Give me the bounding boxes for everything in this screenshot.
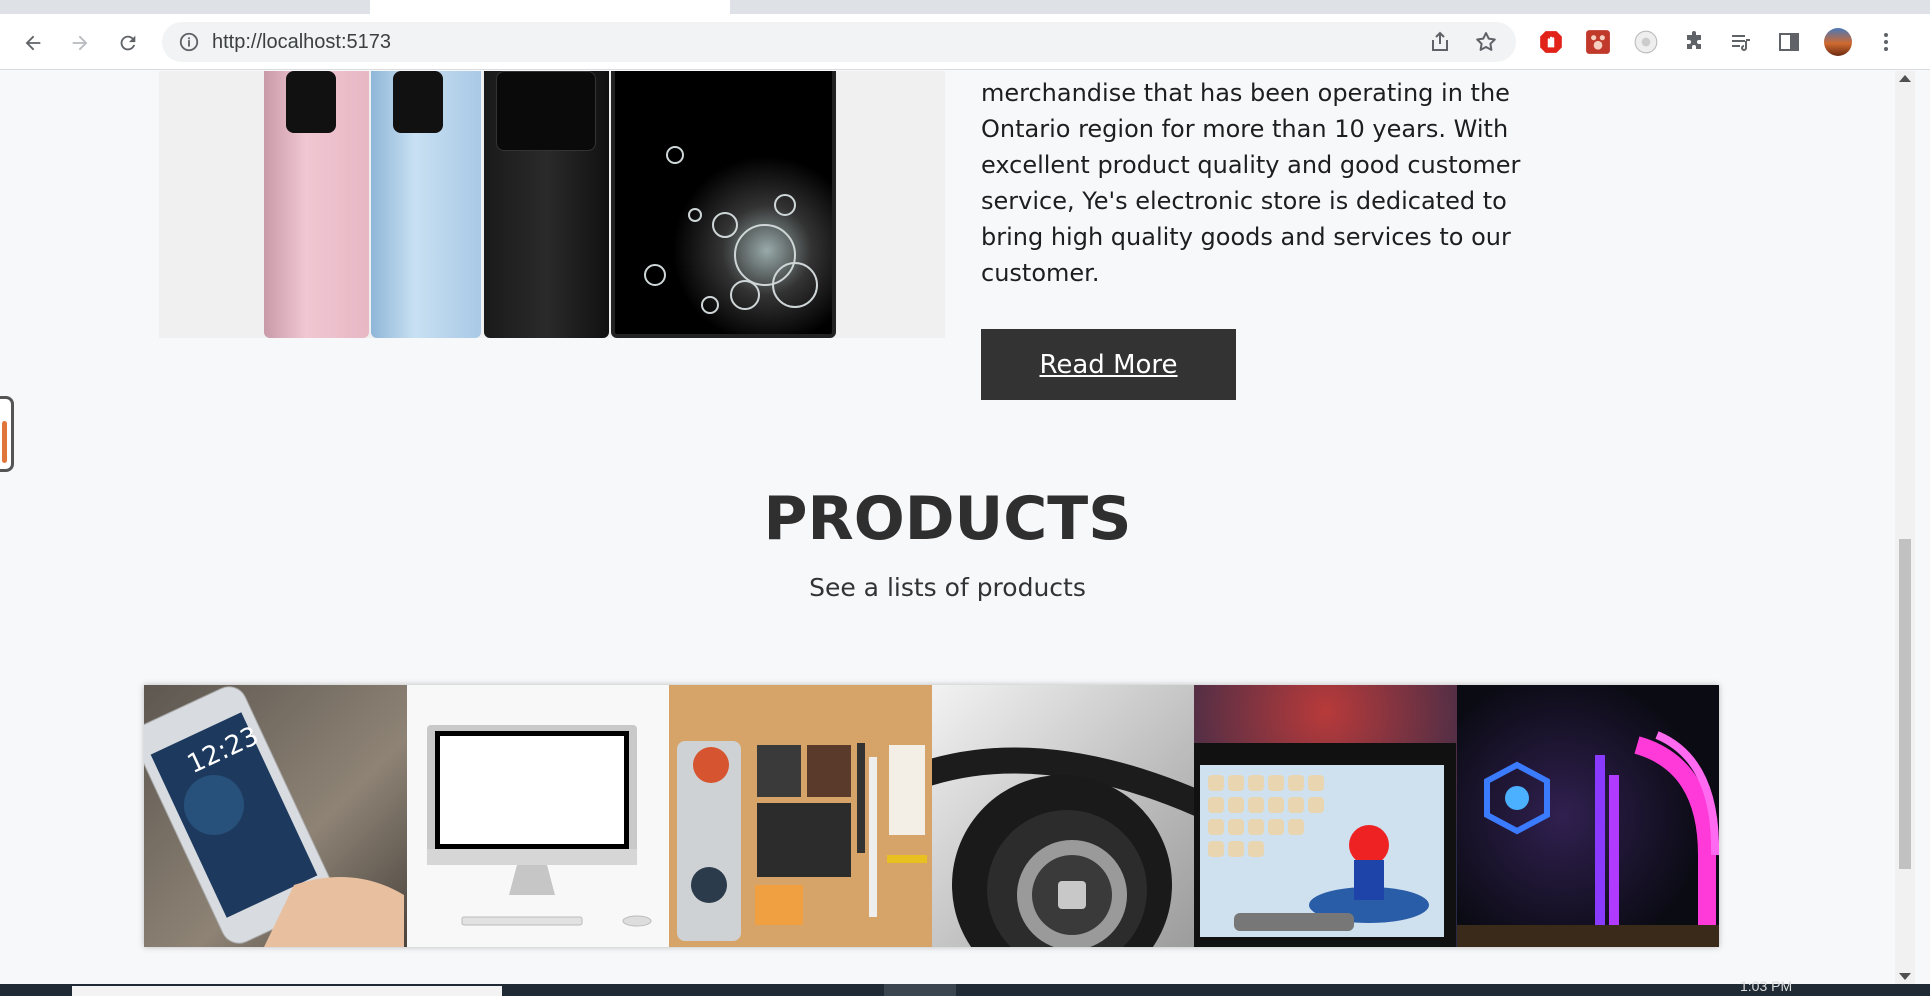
product-tile-nintendo[interactable] <box>1194 685 1457 947</box>
pink-phone <box>264 71 369 338</box>
taskbar-search[interactable] <box>72 986 502 996</box>
dev-extension-icon[interactable] <box>1632 28 1660 56</box>
tab-strip <box>0 0 1930 14</box>
page-viewport: merchandise that has been operating in t… <box>0 71 1895 984</box>
products-gallery: 12:23 <box>144 685 1719 947</box>
black-phone-screen <box>611 71 836 338</box>
product-tile-accessories[interactable] <box>669 685 932 947</box>
products-heading: PRODUCTS <box>763 484 1132 554</box>
bubbles-wallpaper <box>644 146 818 314</box>
window-edge <box>1915 71 1930 984</box>
arrow-left-icon <box>25 35 41 51</box>
blue-phone <box>371 71 481 338</box>
os-taskbar: 1:03 PM <box>0 978 1930 996</box>
star-icon[interactable] <box>1474 30 1498 54</box>
product-tile-headphones[interactable] <box>931 685 1194 947</box>
back-button[interactable] <box>17 27 49 59</box>
about-image-phones <box>159 71 945 338</box>
black-phone-back <box>484 71 609 338</box>
reload-icon <box>120 35 136 51</box>
product-tile-phone[interactable]: 12:23 <box>144 685 407 947</box>
products-subheading: See a lists of products <box>809 573 1086 602</box>
puzzle-icon[interactable] <box>1680 28 1708 56</box>
url-text[interactable]: http://localhost:5173 <box>212 31 391 54</box>
handle-indicator <box>2 421 7 463</box>
product-tile-imac[interactable] <box>406 685 669 947</box>
kebab-menu-icon[interactable] <box>1872 28 1900 56</box>
share-icon[interactable] <box>1428 30 1452 54</box>
product-tile-gaming-pc[interactable] <box>1456 685 1719 947</box>
info-icon[interactable] <box>178 31 200 53</box>
address-bar[interactable]: http://localhost:5173 <box>162 22 1516 62</box>
about-description: merchandise that has been operating in t… <box>981 79 1521 287</box>
media-queue-icon[interactable] <box>1727 28 1755 56</box>
read-more-button[interactable]: Read More <box>981 329 1236 400</box>
browser-toolbar: http://localhost:5173 <box>0 14 1930 70</box>
paw-extension-icon[interactable] <box>1584 28 1612 56</box>
scrollbar-thumb[interactable] <box>1899 539 1911 869</box>
taskbar-app-chrome[interactable] <box>884 984 956 996</box>
profile-avatar[interactable] <box>1824 28 1852 56</box>
active-tab[interactable] <box>370 0 730 14</box>
side-drawer-handle[interactable] <box>0 396 14 472</box>
arrow-right-icon <box>72 35 88 51</box>
page-scrollbar[interactable] <box>1895 71 1915 984</box>
reload-button[interactable] <box>112 27 144 59</box>
side-panel-icon[interactable] <box>1775 28 1803 56</box>
adblock-icon[interactable] <box>1537 28 1565 56</box>
taskbar-clock[interactable]: 1:03 PM <box>1740 978 1792 994</box>
scroll-down-icon[interactable] <box>1899 973 1911 980</box>
forward-button[interactable] <box>64 27 96 59</box>
scroll-up-icon[interactable] <box>1899 75 1911 82</box>
